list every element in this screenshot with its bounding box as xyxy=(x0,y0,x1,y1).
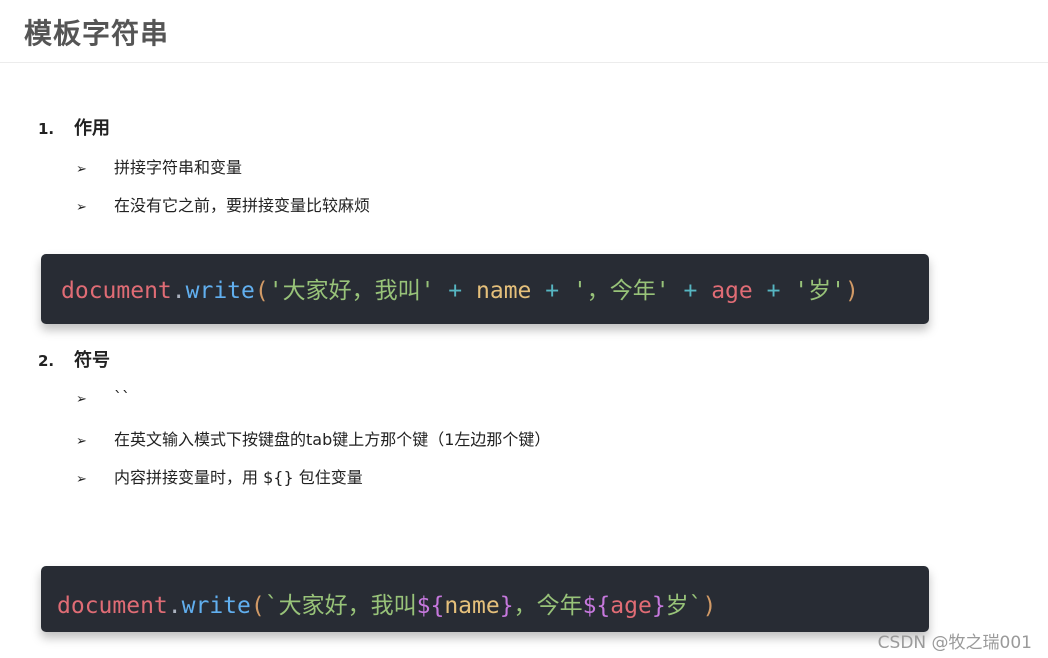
arrow-bullet-icon: ➢ xyxy=(76,200,87,215)
list-item: ➢ 在英文输入模式下按键盘的tab键上方那个键（1左边那个键） xyxy=(76,426,550,450)
code-interpolation-open: ${ xyxy=(582,593,611,619)
section-2-heading: 2. 符号 xyxy=(38,346,110,372)
code-interpolation-close: } xyxy=(651,593,666,619)
code-object: document xyxy=(61,278,172,304)
list-item: ➢ 拼接字符串和变量 xyxy=(76,154,242,178)
list-item-text: 内容拼接变量时，用 ${} 包住变量 xyxy=(114,468,363,487)
list-item-text: 在英文输入模式下按键盘的tab键上方那个键（1左边那个键） xyxy=(114,430,551,449)
code-block-concatenation: document.write('大家好，我叫' + name + '，今年' +… xyxy=(41,254,929,324)
watermark: CSDN @牧之瑞001 xyxy=(877,633,1032,653)
code-block-template-literal: document.write(`大家好，我叫${name}，今年${age}岁`… xyxy=(41,566,929,632)
list-item-text: 在没有它之前，要拼接变量比较麻烦 xyxy=(114,196,371,215)
page-title: 模板字符串 xyxy=(24,17,170,50)
code-template-string: `大家好，我叫 xyxy=(264,593,417,619)
code-paren-open: ( xyxy=(250,593,265,619)
code-paren-open: ( xyxy=(254,278,269,304)
code-variable-age: age xyxy=(711,278,753,304)
page-header: 模板字符串 xyxy=(0,0,1048,63)
code-string: '岁' xyxy=(794,278,845,304)
code-interpolation-close: } xyxy=(499,593,514,619)
list-item-text: 拼接字符串和变量 xyxy=(114,158,243,177)
code-operator: + xyxy=(752,278,795,304)
list-item: ➢ `` xyxy=(76,388,130,407)
list-item: ➢ 内容拼接变量时，用 ${} 包住变量 xyxy=(76,464,363,488)
arrow-bullet-icon: ➢ xyxy=(76,392,87,407)
code-template-string: 岁` xyxy=(665,593,703,619)
code-paren-close: ) xyxy=(702,593,717,619)
section-1-heading: 1. 作用 xyxy=(38,114,110,140)
code-object: document xyxy=(57,593,168,619)
section-1-number: 1. xyxy=(38,120,55,138)
arrow-bullet-icon: ➢ xyxy=(76,472,87,487)
list-item-text: `` xyxy=(114,388,130,407)
code-variable-name: name xyxy=(444,593,500,619)
code-string: '，今年' xyxy=(572,278,670,304)
code-operator: + xyxy=(531,278,573,304)
code-template-string: ，今年 xyxy=(513,593,583,619)
code-function: write xyxy=(185,278,255,304)
code-interpolation-open: ${ xyxy=(416,593,445,619)
code-string: '大家好，我叫' xyxy=(268,278,435,304)
code-variable-name: name xyxy=(476,278,532,304)
code-paren-close: ) xyxy=(844,278,859,304)
code-variable-age: age xyxy=(610,593,652,619)
code-operator: + xyxy=(669,278,712,304)
list-item: ➢ 在没有它之前，要拼接变量比较麻烦 xyxy=(76,192,370,216)
code-dot: . xyxy=(167,593,182,619)
section-2-title: 符号 xyxy=(74,350,110,371)
code-dot: . xyxy=(171,278,186,304)
arrow-bullet-icon: ➢ xyxy=(76,162,87,177)
section-2-number: 2. xyxy=(38,352,55,370)
section-1-title: 作用 xyxy=(74,118,110,139)
code-function: write xyxy=(181,593,251,619)
arrow-bullet-icon: ➢ xyxy=(76,434,87,449)
code-operator: + xyxy=(434,278,476,304)
